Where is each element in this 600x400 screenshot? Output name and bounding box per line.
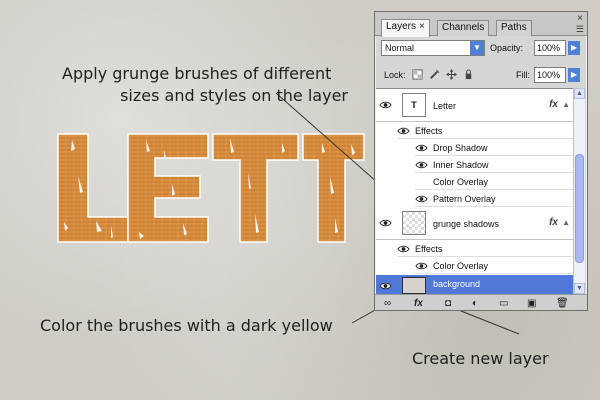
effect-row[interactable]: Pattern Overlay [415,190,573,207]
fx-icon[interactable]: fx [414,298,423,310]
annotation-line-1: Apply grunge brushes of different [62,64,332,83]
effect-label: Drop Shadow [433,143,488,153]
fill-label: Fill: [516,70,530,80]
text-thumb-label: T [411,100,417,110]
layers-panel-toolbar: ∞ fx ◘ ◐ ▭ ▣ 🗑 [375,294,587,310]
eye-icon[interactable] [397,126,410,136]
effect-row[interactable]: Color Overlay [415,257,573,274]
layer-name: background [433,279,481,289]
panel-close-icon[interactable]: × [577,13,583,24]
effect-label: Inner Shadow [433,160,489,170]
panel-menu-icon[interactable]: ☰ [576,24,584,35]
annotation-line-2: sizes and styles on the layer [120,86,348,105]
opacity-input[interactable]: 100% [534,40,566,56]
eye-icon[interactable] [415,160,428,170]
tab-layers-label: Layers [386,21,417,32]
link-layers-icon[interactable]: ∞ [384,298,391,310]
lock-label: Lock: [384,70,406,80]
scroll-thumb[interactable] [575,154,584,263]
effects-label: Effects [415,126,443,136]
fx-badge: fx [549,217,558,228]
eye-icon[interactable] [415,261,428,271]
close-icon[interactable]: × [419,21,425,32]
tab-layers[interactable]: Layers × [381,19,430,37]
blend-mode-select[interactable]: Normal ▼ [381,40,485,56]
effects-group-row[interactable]: Effects [397,240,573,257]
layer-name: Letter [433,101,457,111]
effect-row[interactable]: Inner Shadow [415,156,573,173]
folder-icon[interactable]: ▭ [499,298,508,310]
effects-group-row[interactable]: Effects [397,122,573,139]
effect-label: Color Overlay [433,261,489,271]
eye-icon[interactable] [415,194,428,204]
adjustment-layer-icon[interactable]: ◐ [472,298,478,310]
eye-icon[interactable] [379,281,392,291]
lock-transparent-icon[interactable] [412,69,423,80]
eye-icon[interactable] [379,218,392,228]
background-layer-thumb [402,277,426,294]
effect-label: Color Overlay [433,177,489,187]
layer-row-background[interactable]: background [376,275,573,294]
blend-mode-value: Normal [385,43,415,53]
lock-all-icon[interactable] [463,69,474,80]
layers-list: T Letter fx ▲ Effects Drop Shadow Inner … [376,88,573,294]
mask-icon[interactable]: ◘ [445,298,451,310]
eye-icon[interactable] [415,143,428,153]
chevron-down-icon[interactable]: ▼ [470,41,484,55]
collapse-arrow-icon[interactable]: ▲ [562,218,570,227]
effect-label: Pattern Overlay [433,194,496,204]
trash-icon[interactable]: 🗑 [556,298,569,310]
effect-row[interactable]: Color Overlay [415,173,573,190]
transparent-layer-thumb [402,211,426,235]
eye-icon[interactable] [397,244,410,254]
new-layer-icon[interactable]: ▣ [527,298,536,310]
fill-input[interactable]: 100% [534,67,566,83]
panel-tabbar: Layers × Channels Paths × ☰ [375,12,587,37]
annotation-line-4: Create new layer [412,349,549,368]
layers-scrollbar[interactable]: ▲ ▼ [573,88,585,294]
lock-move-icon[interactable] [446,69,457,80]
layers-panel: Layers × Channels Paths × ☰ Normal ▼ Opac… [374,11,588,311]
effects-label: Effects [415,244,443,254]
opacity-stepper-icon[interactable]: ▶ [568,41,580,55]
tab-paths[interactable]: Paths [496,20,532,36]
eye-icon[interactable] [379,100,392,110]
tab-channels[interactable]: Channels [437,20,490,36]
collapse-arrow-icon[interactable]: ▲ [562,100,570,109]
opacity-label: Opacity: [490,43,524,53]
fill-value: 100% [537,70,561,80]
fill-stepper-icon[interactable]: ▶ [568,68,580,82]
annotation-line-3: Color the brushes with a dark yellow [40,316,333,335]
layer-row-grunge-shadows[interactable]: grunge shadows fx ▲ [376,207,573,240]
fx-badge: fx [549,99,558,110]
tab-channels-label: Channels [442,22,485,33]
scroll-up-icon[interactable]: ▲ [574,88,585,99]
tab-paths-label: Paths [501,22,527,33]
layer-name: grunge shadows [433,219,500,229]
scroll-down-icon[interactable]: ▼ [574,283,585,294]
text-layer-thumb: T [402,93,426,117]
opacity-value: 100% [537,43,561,53]
lock-paint-icon[interactable] [429,69,440,80]
letters-artwork [57,133,365,243]
effect-row[interactable]: Drop Shadow [415,139,573,156]
layer-row-letter[interactable]: T Letter fx ▲ [376,89,573,122]
